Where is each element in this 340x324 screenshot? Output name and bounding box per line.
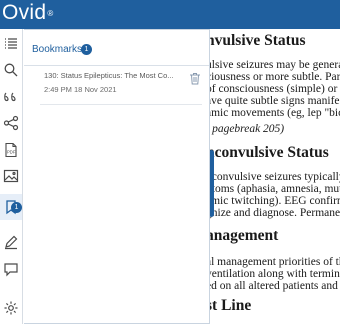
list-icon[interactable] xyxy=(3,36,19,52)
bookmark-title[interactable]: 130: Status Epilepticus: The Most Co... xyxy=(44,71,174,80)
pagebreak-note: t pagebreak 205) xyxy=(206,123,285,135)
svg-text:PDF: PDF xyxy=(7,150,16,155)
bookmarks-count-badge: 1 xyxy=(81,44,92,55)
section-heading: nvulsive Status xyxy=(206,32,306,49)
bookmarks-title: Bookmarks xyxy=(32,44,83,55)
ovid-logo[interactable]: Ovid® xyxy=(2,1,54,25)
comment-icon[interactable] xyxy=(3,261,19,277)
bookmarks-header: Bookmarks 1 xyxy=(24,30,209,66)
image-icon[interactable] xyxy=(3,168,19,184)
section-heading: st Line xyxy=(206,297,252,314)
bookmark-item[interactable]: 130: Status Epilepticus: The Most Co... … xyxy=(24,66,209,106)
bookmark-count-badge: 1 xyxy=(11,202,22,213)
bookmarks-panel: Bookmarks 1 130: Status Epilepticus: The… xyxy=(24,29,210,324)
document-content: nvulsive Status ulsive seizures may be g… xyxy=(206,29,340,324)
quote-icon[interactable] xyxy=(3,89,19,105)
top-bar: Ovid® xyxy=(0,0,340,29)
share-icon[interactable] xyxy=(3,115,19,131)
section-heading: anagement xyxy=(206,227,279,244)
section-heading: nconvulsive Status xyxy=(206,144,329,161)
brand-text: Ovid xyxy=(2,1,47,24)
settings-icon[interactable] xyxy=(3,300,19,316)
registered-mark: ® xyxy=(47,9,54,18)
pdf-icon[interactable]: PDF xyxy=(3,142,19,158)
tool-rail: PDF 1 xyxy=(0,29,23,324)
text-line: ed on all altered patients and th xyxy=(206,280,340,292)
search-icon[interactable] xyxy=(3,62,19,78)
text-line: gnize and diagnose. Permanent s xyxy=(206,207,340,219)
pen-icon[interactable] xyxy=(3,234,19,250)
trash-icon[interactable] xyxy=(189,72,201,85)
bookmark-timestamp: 2:49 PM 18 Nov 2021 xyxy=(44,85,117,94)
divider xyxy=(40,104,202,105)
text-line: amic movements (eg, lep "bicycl xyxy=(206,107,340,119)
